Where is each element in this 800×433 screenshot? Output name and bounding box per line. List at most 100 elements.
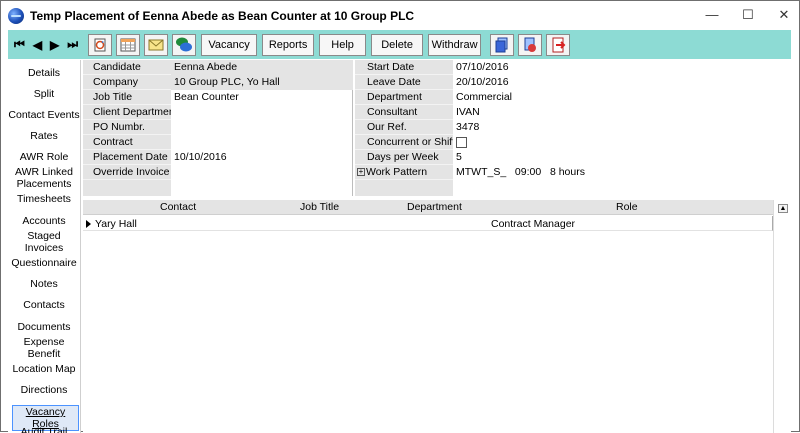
sidebar-item-awr-linked-placements[interactable]: AWR Linked Placements: [14, 166, 74, 190]
vacancy-roles-grid: Contact Job Title Department Role Yary H…: [83, 200, 791, 433]
last-record-icon[interactable]: ⏭: [67, 37, 78, 52]
column-header-job-title[interactable]: Job Title: [300, 201, 339, 213]
reports-button[interactable]: Reports: [262, 33, 315, 56]
document-stack-icon[interactable]: [490, 33, 515, 56]
sidebar-item-awr-role[interactable]: AWR Role: [8, 151, 80, 163]
sidebar-item-directions[interactable]: Directions: [8, 384, 80, 396]
exit-icon[interactable]: [546, 33, 571, 56]
withdraw-button[interactable]: Withdraw: [428, 33, 482, 56]
concurrent-shifts-label: Concurrent or Shifts: [355, 135, 453, 150]
company-row: Company 10 Group PLC, Yo Hall: [83, 75, 353, 90]
sidebar-item-questionnaire[interactable]: Questionnaire: [8, 257, 80, 269]
department-value[interactable]: Commercial: [453, 90, 512, 105]
placement-date-row: Placement Date 10/10/2016: [83, 150, 353, 165]
override-invoice-row: Override Invoice L: [83, 165, 353, 180]
next-record-icon[interactable]: ▶: [50, 38, 59, 52]
days-per-week-row: Days per Week 5: [355, 150, 462, 165]
maximize-button[interactable]: ☐: [741, 7, 755, 23]
record-navigation: ⏮ ◀ ▶ ⏭: [14, 37, 78, 52]
sidebar-item-staged-invoices[interactable]: Staged Invoices: [19, 230, 69, 254]
days-per-week-label: Days per Week: [355, 150, 453, 165]
grid-vertical-scrollbar[interactable]: ▲: [773, 200, 791, 433]
cell-contact: Yary Hall: [95, 218, 137, 230]
po-number-row: PO Numbr.: [83, 120, 353, 135]
placement-details-left: Candidate Eenna Abede Company 10 Group P…: [83, 60, 353, 196]
sidebar-item-rates[interactable]: Rates: [8, 130, 80, 142]
consultant-row: Consultant IVAN: [355, 105, 480, 120]
concurrent-shifts-checkbox[interactable]: [456, 137, 467, 148]
work-pattern-value[interactable]: MTWT_S_ 09:00 8 hours: [453, 165, 585, 180]
po-number-value[interactable]: [171, 120, 353, 135]
sidebar-divider: [80, 60, 81, 433]
override-invoice-value[interactable]: [171, 165, 353, 180]
sidebar-item-accounts[interactable]: Accounts: [8, 215, 80, 227]
po-number-label: PO Numbr.: [83, 120, 171, 135]
previous-record-icon[interactable]: ◀: [33, 38, 42, 52]
job-title-value[interactable]: Bean Counter: [171, 90, 353, 105]
left-label-filler: [83, 180, 171, 196]
client-department-row: Client Department: [83, 105, 353, 120]
minimize-button[interactable]: —: [705, 7, 719, 23]
sidebar-item-documents[interactable]: Documents: [8, 321, 80, 333]
cell-role: Contract Manager: [491, 218, 576, 230]
contract-row: Contract: [83, 135, 353, 150]
chat-bubbles-icon[interactable]: [172, 33, 197, 56]
vacancy-button[interactable]: Vacancy: [201, 33, 258, 56]
sidebar-item-timesheets[interactable]: Timesheets: [8, 193, 80, 205]
sidebar-item-split[interactable]: Split: [8, 88, 80, 100]
placement-date-value[interactable]: 10/10/2016: [171, 150, 353, 165]
window-title: Temp Placement of Eenna Abede as Bean Co…: [30, 9, 415, 23]
job-title-row: Job Title Bean Counter: [83, 90, 353, 105]
scroll-up-arrow-icon[interactable]: ▲: [778, 204, 788, 213]
concurrent-shifts-row: Concurrent or Shifts: [355, 135, 467, 150]
close-button[interactable]: ✕: [777, 7, 791, 23]
days-per-week-value[interactable]: 5: [453, 150, 462, 165]
delete-button[interactable]: Delete: [371, 33, 424, 56]
start-date-label: Start Date: [355, 60, 453, 75]
leave-date-row: Leave Date 20/10/2016: [355, 75, 509, 90]
concurrent-shifts-value: [453, 135, 467, 150]
candidate-label: Candidate: [83, 60, 171, 75]
start-date-row: Start Date 07/10/2016: [355, 60, 509, 75]
department-row: Department Commercial: [355, 90, 512, 105]
candidate-value[interactable]: Eenna Abede: [171, 60, 353, 75]
consultant-value[interactable]: IVAN: [453, 105, 480, 120]
refresh-icon[interactable]: [88, 33, 113, 56]
envelope-icon[interactable]: [144, 33, 169, 56]
sidebar-item-expense-benefit[interactable]: Expense Benefit: [19, 336, 69, 360]
work-pattern-label-cell: + Work Pattern: [355, 165, 453, 180]
placement-window: Temp Placement of Eenna Abede as Bean Co…: [0, 0, 800, 433]
sidebar-item-details[interactable]: Details: [8, 67, 80, 79]
expand-plus-icon[interactable]: +: [357, 168, 365, 177]
grid-header: Contact Job Title Department Role: [83, 200, 773, 215]
column-header-role[interactable]: Role: [616, 201, 638, 213]
our-ref-value[interactable]: 3478: [453, 120, 479, 135]
start-date-value[interactable]: 07/10/2016: [453, 60, 509, 75]
calendar-grid-icon[interactable]: [116, 33, 141, 56]
document-refresh-icon[interactable]: [518, 33, 543, 56]
column-header-contact[interactable]: Contact: [160, 201, 196, 213]
sidebar-item-contacts[interactable]: Contacts: [8, 299, 80, 311]
help-button[interactable]: Help: [319, 33, 367, 56]
leave-date-value[interactable]: 20/10/2016: [453, 75, 509, 90]
first-record-icon[interactable]: ⏮: [14, 37, 25, 52]
window-controls: — ☐ ✕: [705, 7, 791, 23]
override-invoice-label: Override Invoice L: [83, 165, 171, 180]
column-header-department[interactable]: Department: [407, 201, 462, 213]
leave-date-label: Leave Date: [355, 75, 453, 90]
contract-value[interactable]: [171, 135, 353, 150]
sidebar-item-notes[interactable]: Notes: [8, 278, 80, 290]
department-label: Department: [355, 90, 453, 105]
sidebar-item-location-map[interactable]: Location Map: [8, 363, 80, 375]
right-label-filler: [355, 180, 453, 196]
our-ref-label: Our Ref.: [355, 120, 453, 135]
placement-date-label: Placement Date: [83, 150, 171, 165]
work-pattern-row: + Work Pattern MTWT_S_ 09:00 8 hours: [355, 165, 585, 180]
company-value[interactable]: 10 Group PLC, Yo Hall: [171, 75, 353, 90]
table-row[interactable]: Yary Hall Contract Manager: [83, 216, 773, 231]
sidebar-item-contact-events[interactable]: Contact Events: [8, 109, 80, 121]
client-department-value[interactable]: [171, 105, 353, 120]
current-row-indicator-icon: [86, 220, 91, 228]
consultant-label: Consultant: [355, 105, 453, 120]
placement-details-right: Start Date 07/10/2016 Leave Date 20/10/2…: [355, 60, 791, 196]
